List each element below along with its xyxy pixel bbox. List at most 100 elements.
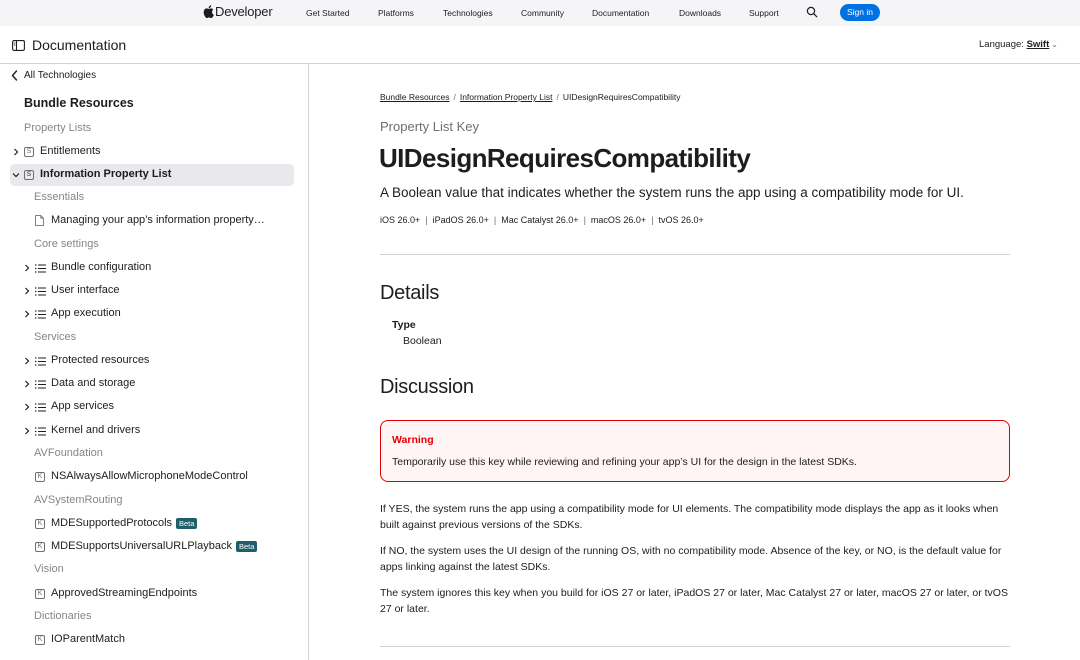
sidebar-item-app-execution[interactable]: App execution xyxy=(0,303,300,325)
list-icon xyxy=(35,264,46,273)
chevron-down-icon[interactable] xyxy=(12,171,20,179)
key-icon: K xyxy=(35,635,45,645)
key-icon: K xyxy=(35,472,45,482)
chevron-right-icon[interactable] xyxy=(23,357,31,365)
sidebar-item-label: NSAlwaysAllowMicrophoneModeControl xyxy=(51,470,248,482)
documentation-title[interactable]: Documentation xyxy=(32,37,126,53)
chevron-down-icon: ⌄ xyxy=(1051,40,1058,49)
sidebar-item-mdesupportedprotocols[interactable]: K MDESupportedProtocols Beta xyxy=(0,513,300,535)
nav-link-technologies[interactable]: Technologies xyxy=(443,8,493,18)
sidebar-item-ioparentmatch[interactable]: K IOParentMatch xyxy=(0,629,300,651)
list-icon xyxy=(35,287,46,296)
sidebar-item-label: Services xyxy=(34,331,77,343)
sidebar-item-label: Vision xyxy=(34,563,64,575)
sidebar-item-label: ApprovedStreamingEndpoints xyxy=(51,587,198,599)
discussion-paragraph: The system ignores this key when you bui… xyxy=(380,587,1008,615)
warning-callout: Warning Temporarily use this key while r… xyxy=(380,420,1010,482)
all-technologies-label: All Technologies xyxy=(24,70,97,81)
platform-separator: | xyxy=(425,215,428,225)
sidebar-item-user-interface[interactable]: User interface xyxy=(0,280,300,302)
sidebar-item-label: MDESupportsUniversalURLPlayback xyxy=(51,540,232,552)
sidebar-item-app-services[interactable]: App services xyxy=(0,396,300,418)
documentation-nav: Documentation Language: Swift ⌄ xyxy=(0,26,1080,64)
sidebar-section-avsystemrouting: AVSystemRouting xyxy=(0,490,300,512)
sidebar-item-label: Data and storage xyxy=(51,377,136,389)
nav-link-downloads[interactable]: Downloads xyxy=(679,8,721,18)
sidebar-item-protected-resources[interactable]: Protected resources xyxy=(0,350,300,372)
sidebar-item-label: Protected resources xyxy=(51,354,150,366)
sidebar-item-kernel-and-drivers[interactable]: Kernel and drivers xyxy=(0,420,300,442)
language-selector[interactable]: Language: Swift ⌄ xyxy=(979,39,1058,50)
sidebar-item-entitlements[interactable]: S Entitlements xyxy=(0,141,300,163)
apple-developer-logo[interactable]: Developer xyxy=(203,4,273,19)
sidebar-item-label: Bundle configuration xyxy=(51,261,152,273)
sidebar-heading[interactable]: Bundle Resources xyxy=(24,96,134,110)
sidebar-item-nsalwaysallowmicrophonemodecontrol[interactable]: K NSAlwaysAllowMicrophoneModeControl xyxy=(0,466,300,488)
sidebar-item-mdesupportsuniversalurlplayback[interactable]: K MDESupportsUniversalURLPlayback Beta xyxy=(0,536,300,558)
sidebar-item-label: App services xyxy=(51,400,114,412)
global-nav: Developer Get Started Platforms Technologi… xyxy=(0,0,1080,26)
nav-link-community[interactable]: Community xyxy=(521,8,564,18)
sidebar-item-label: AVSystemRouting xyxy=(34,494,123,506)
breadcrumb-separator: / xyxy=(556,92,559,102)
sidebar-section-property-lists: Property Lists xyxy=(0,118,300,140)
chevron-right-icon[interactable] xyxy=(23,310,31,318)
search-icon[interactable] xyxy=(806,6,818,18)
platform-tvos: tvOS 26.0+ xyxy=(658,215,704,225)
platform-availability: iOS 26.0+ | iPadOS 26.0+ | Mac Catalyst 26.0… xyxy=(380,215,704,225)
list-icon xyxy=(35,357,46,366)
sidebar-item-label: MDESupportedProtocols xyxy=(51,517,173,529)
nav-link-get-started[interactable]: Get Started xyxy=(306,8,349,18)
structure-icon: S xyxy=(24,170,34,180)
discussion-paragraph: If NO, the system uses the UI design of … xyxy=(380,545,1002,573)
sidebar-toggle-icon[interactable] xyxy=(12,40,25,51)
chevron-right-icon[interactable] xyxy=(23,427,31,435)
beta-badge: Beta xyxy=(176,518,198,529)
platform-separator: | xyxy=(493,215,497,225)
sidebar-item-managing-your-app-s-information-property[interactable]: Managing your app’s information property… xyxy=(0,210,300,232)
key-icon: K xyxy=(35,542,45,552)
list-icon xyxy=(35,310,46,319)
divider xyxy=(380,646,1010,647)
nav-link-support[interactable]: Support xyxy=(749,8,779,18)
language-value[interactable]: Swift xyxy=(1027,39,1050,50)
breadcrumb-link-bundle-resources[interactable]: Bundle Resources xyxy=(380,92,449,102)
chevron-right-icon[interactable] xyxy=(12,148,20,156)
sidebar-section-services: Services xyxy=(0,327,300,349)
nav-link-platforms[interactable]: Platforms xyxy=(378,8,414,18)
nav-link-documentation[interactable]: Documentation xyxy=(592,8,649,18)
page-abstract: A Boolean value that indicates whether t… xyxy=(380,185,964,200)
developer-brand-label: Developer xyxy=(215,4,273,19)
language-label: Language: xyxy=(979,39,1024,50)
sidebar-section-essentials: Essentials xyxy=(0,187,300,209)
sidebar-item-label: Entitlements xyxy=(40,145,101,157)
sidebar-item-label: Dictionaries xyxy=(34,610,92,622)
sidebar-item-data-and-storage[interactable]: Data and storage xyxy=(0,373,300,395)
breadcrumb-current: UIDesignRequiresCompatibility xyxy=(562,92,681,102)
sidebar-item-label: Managing your app’s information property… xyxy=(51,214,265,226)
platform-ios: iOS 26.0+ xyxy=(380,215,421,225)
sidebar-item-label: Essentials xyxy=(34,191,85,203)
sidebar-item-label: Core settings xyxy=(34,238,99,250)
key-icon: K xyxy=(35,589,45,599)
chevron-right-icon[interactable] xyxy=(23,380,31,388)
details-heading: Details xyxy=(380,282,440,304)
sign-in-button[interactable]: Sign in xyxy=(840,4,880,21)
document-icon xyxy=(35,215,44,226)
chevron-right-icon[interactable] xyxy=(23,287,31,295)
list-icon xyxy=(35,380,46,389)
apple-logo-icon xyxy=(203,5,214,18)
sidebar-section-vision: Vision xyxy=(0,559,300,581)
sidebar-item-label: Kernel and drivers xyxy=(51,424,141,436)
warning-body: Temporarily use this key while reviewing… xyxy=(392,456,857,468)
sidebar-item-bundle-configuration[interactable]: Bundle configuration xyxy=(0,257,300,279)
sidebar-section-core-settings: Core settings xyxy=(0,234,300,256)
breadcrumb-separator: / xyxy=(453,92,456,102)
breadcrumb-link-information-property-list[interactable]: Information Property List xyxy=(460,92,553,102)
sidebar-item-information-property-list[interactable]: S Information Property List xyxy=(10,164,294,186)
chevron-right-icon[interactable] xyxy=(23,264,31,272)
chevron-right-icon[interactable] xyxy=(23,403,31,411)
all-technologies-link[interactable]: All Technologies xyxy=(11,70,96,81)
sidebar-item-approvedstreamingendpoints[interactable]: K ApprovedStreamingEndpoints xyxy=(0,583,300,605)
sidebar-item-label: IOParentMatch xyxy=(51,633,125,645)
